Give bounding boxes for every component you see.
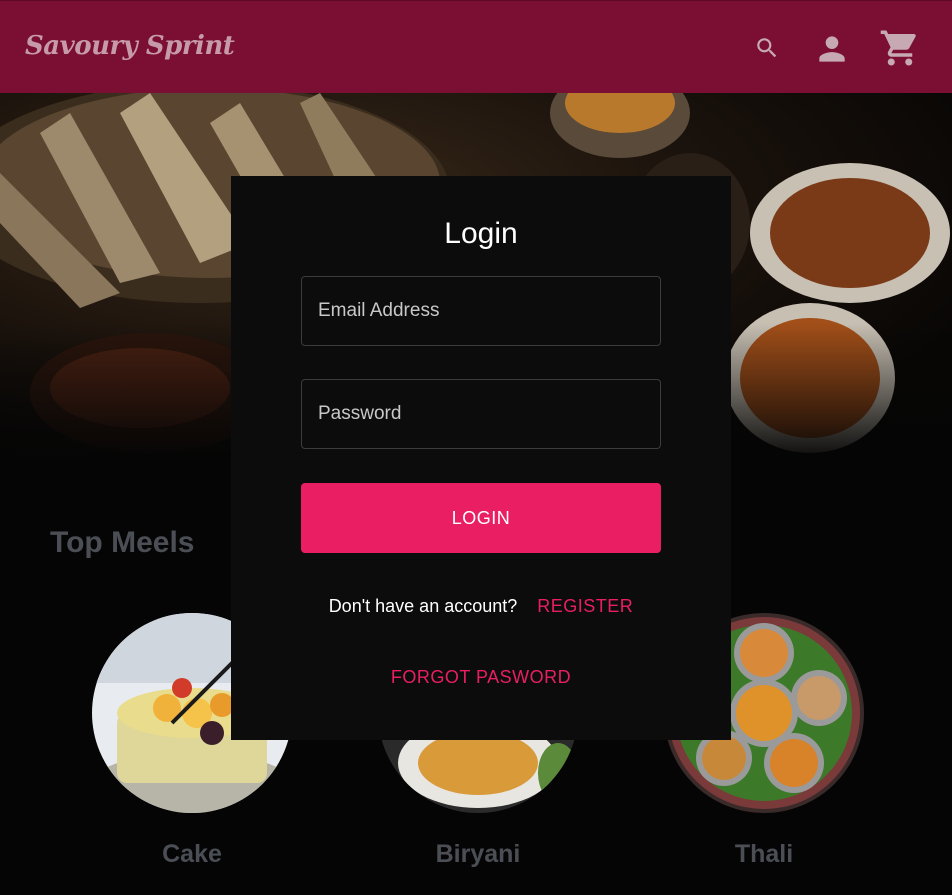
forgot-password-link[interactable]: FORGOT PASWORD xyxy=(391,667,571,687)
password-field[interactable] xyxy=(301,379,661,449)
navbar: Savoury Sprint xyxy=(0,0,952,93)
email-input[interactable] xyxy=(302,277,660,345)
section-title-top-meals: Top Meels xyxy=(50,526,195,559)
login-button[interactable]: LOGIN xyxy=(301,483,661,553)
cart-icon[interactable] xyxy=(879,27,921,69)
email-field[interactable] xyxy=(301,276,661,346)
brand-logo[interactable]: Savoury Sprint xyxy=(25,31,235,61)
login-title: Login xyxy=(444,217,518,250)
account-icon[interactable] xyxy=(813,30,851,68)
register-row: Don't have an account? REGISTER xyxy=(231,596,731,617)
search-icon[interactable] xyxy=(754,35,780,61)
meal-label-thali: Thali xyxy=(734,840,794,868)
login-modal: Login LOGIN Don't have an account? REGIS… xyxy=(231,176,731,740)
meal-label-biryani: Biryani xyxy=(435,840,521,868)
password-input[interactable] xyxy=(302,380,660,448)
register-link[interactable]: REGISTER xyxy=(537,596,633,616)
meal-label-cake: Cake xyxy=(162,840,222,868)
forgot-password-row: FORGOT PASWORD xyxy=(231,667,731,688)
register-prompt: Don't have an account? xyxy=(328,596,518,616)
